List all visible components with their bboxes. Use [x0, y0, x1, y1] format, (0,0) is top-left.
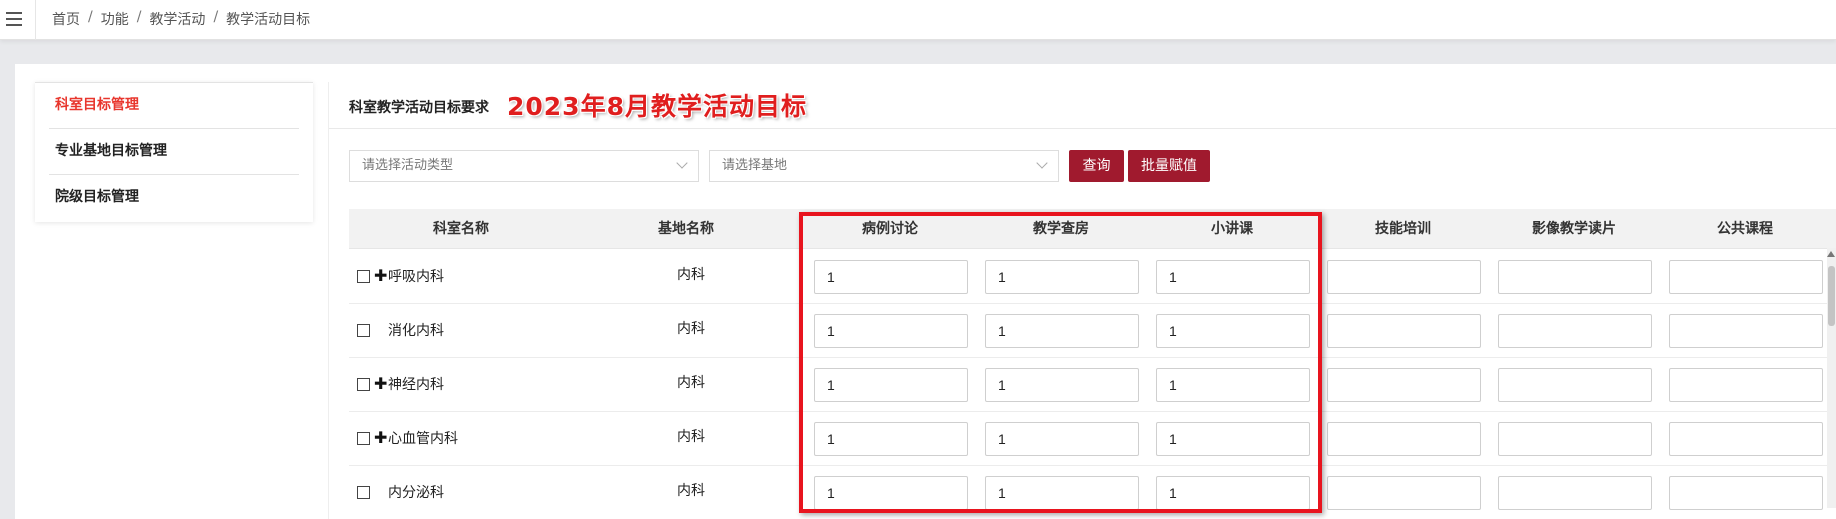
- breadcrumb: 首页 / 功能 / 教学活动 / 教学活动目标: [52, 9, 310, 29]
- base-name: 内科: [677, 483, 705, 499]
- expand-icon[interactable]: ✚: [374, 268, 388, 284]
- top-bar: 首页 / 功能 / 教学活动 / 教学活动目标: [0, 0, 1836, 40]
- dept-name: 内分泌科: [388, 485, 444, 501]
- public-course-input[interactable]: [1669, 422, 1823, 456]
- column-header-dept: 科室名称: [433, 221, 489, 237]
- case-discussion-input[interactable]: [814, 260, 968, 294]
- lecture-input[interactable]: [1156, 314, 1310, 348]
- scroll-up-arrow-icon[interactable]: [1827, 251, 1835, 257]
- column-header-imaging-reading: 影像教学读片: [1532, 221, 1616, 237]
- base-name: 内科: [677, 321, 705, 337]
- base-name: 内科: [677, 267, 705, 283]
- row-checkbox[interactable]: [357, 377, 370, 391]
- lecture-input[interactable]: [1156, 368, 1310, 402]
- breadcrumb-separator: /: [88, 9, 93, 25]
- column-header-teaching-rounds: 教学查房: [1033, 221, 1089, 237]
- sidebar: 科室目标管理 专业基地目标管理 院级目标管理: [35, 82, 313, 222]
- expand-icon[interactable]: ✚: [374, 430, 388, 446]
- menu-icon[interactable]: [0, 0, 36, 40]
- dept-cell: ✚ 呼吸内科: [357, 266, 444, 286]
- imaging-reading-input[interactable]: [1498, 422, 1652, 456]
- lecture-input[interactable]: [1156, 476, 1310, 510]
- dept-cell: 内分泌科: [357, 482, 444, 502]
- teaching-rounds-input[interactable]: [985, 422, 1139, 456]
- breadcrumb-function[interactable]: 功能: [101, 9, 129, 29]
- base-select[interactable]: 请选择基地: [709, 150, 1059, 182]
- main-panel: 科室教学活动目标要求 2023年8月教学活动目标 请选择活动类型 请选择基地 查…: [328, 82, 1836, 519]
- breadcrumb-home[interactable]: 首页: [52, 9, 80, 29]
- column-header-public-course: 公共课程: [1717, 221, 1773, 237]
- chevron-down-icon: [676, 157, 688, 169]
- table-header: 科室名称 基地名称 病例讨论 教学查房 小讲课 技能培训 影像教学读片 公共课程: [349, 209, 1836, 249]
- scrollbar-thumb[interactable]: [1828, 266, 1835, 326]
- activity-type-select[interactable]: 请选择活动类型: [349, 150, 699, 182]
- base-placeholder: 请选择基地: [722, 158, 788, 173]
- goals-table: 科室名称 基地名称 病例讨论 教学查房 小讲课 技能培训 影像教学读片 公共课程…: [349, 209, 1836, 519]
- dept-cell: ✚ 神经内科: [357, 374, 444, 394]
- skills-training-input[interactable]: [1327, 260, 1481, 294]
- sidebar-item-dept-goals[interactable]: 科室目标管理: [55, 82, 298, 128]
- expand-icon[interactable]: ✚: [374, 376, 388, 392]
- dept-name: 呼吸内科: [388, 269, 444, 285]
- dept-cell: ✚ 心血管内科: [357, 428, 458, 448]
- table-row: 内分泌科 内科: [349, 466, 1836, 519]
- imaging-reading-input[interactable]: [1498, 260, 1652, 294]
- chevron-down-icon: [1036, 157, 1048, 169]
- query-button[interactable]: 查询: [1069, 150, 1124, 182]
- column-header-case-discussion: 病例讨论: [862, 221, 918, 237]
- dept-name: 神经内科: [388, 377, 444, 393]
- skills-training-input[interactable]: [1327, 368, 1481, 402]
- row-checkbox[interactable]: [357, 485, 370, 499]
- case-discussion-input[interactable]: [814, 314, 968, 348]
- public-course-input[interactable]: [1669, 476, 1823, 510]
- teaching-rounds-input[interactable]: [985, 476, 1139, 510]
- sidebar-item-base-goals[interactable]: 专业基地目标管理: [55, 128, 298, 174]
- breadcrumb-current: 教学活动目标: [226, 12, 311, 28]
- table-row: ✚ 神经内科 内科: [349, 358, 1836, 412]
- public-course-input[interactable]: [1669, 314, 1823, 348]
- batch-assign-button[interactable]: 批量赋值: [1128, 150, 1210, 182]
- activity-type-placeholder: 请选择活动类型: [362, 158, 454, 173]
- case-discussion-input[interactable]: [814, 476, 968, 510]
- column-header-lecture: 小讲课: [1211, 221, 1253, 237]
- column-header-base: 基地名称: [658, 221, 714, 237]
- page-title: 科室教学活动目标要求: [349, 100, 489, 116]
- teaching-rounds-input[interactable]: [985, 314, 1139, 348]
- base-name: 内科: [677, 429, 705, 445]
- base-name: 内科: [677, 375, 705, 391]
- breadcrumb-separator: /: [213, 9, 219, 25]
- dept-name: 消化内科: [388, 323, 444, 339]
- skills-training-input[interactable]: [1327, 422, 1481, 456]
- case-discussion-input[interactable]: [814, 422, 968, 456]
- row-checkbox[interactable]: [357, 431, 370, 445]
- breadcrumb-separator: /: [136, 9, 142, 25]
- case-discussion-input[interactable]: [814, 368, 968, 402]
- imaging-reading-input[interactable]: [1498, 368, 1652, 402]
- row-checkbox[interactable]: [357, 323, 370, 337]
- table-row: ✚ 心血管内科 内科: [349, 412, 1836, 466]
- table-row: 消化内科 内科: [349, 304, 1836, 358]
- public-course-input[interactable]: [1669, 260, 1823, 294]
- breadcrumb-teaching-activity[interactable]: 教学活动: [149, 9, 205, 29]
- public-course-input[interactable]: [1669, 368, 1823, 402]
- imaging-reading-input[interactable]: [1498, 476, 1652, 510]
- teaching-rounds-input[interactable]: [985, 368, 1139, 402]
- sidebar-item-hospital-goals[interactable]: 院级目标管理: [55, 174, 298, 220]
- skills-training-input[interactable]: [1327, 314, 1481, 348]
- dept-name: 心血管内科: [388, 431, 458, 447]
- annotation-title: 2023年8月教学活动目标: [507, 92, 807, 121]
- row-checkbox[interactable]: [357, 269, 370, 283]
- dept-cell: 消化内科: [357, 320, 444, 340]
- imaging-reading-input[interactable]: [1498, 314, 1652, 348]
- vertical-scrollbar[interactable]: [1827, 248, 1836, 508]
- table-row: ✚ 呼吸内科 内科: [349, 250, 1836, 304]
- lecture-input[interactable]: [1156, 422, 1310, 456]
- skills-training-input[interactable]: [1327, 476, 1481, 510]
- teaching-rounds-input[interactable]: [985, 260, 1139, 294]
- lecture-input[interactable]: [1156, 260, 1310, 294]
- panel-header: 科室教学活动目标要求 2023年8月教学活动目标: [329, 82, 1836, 129]
- column-header-skills-training: 技能培训: [1375, 221, 1431, 237]
